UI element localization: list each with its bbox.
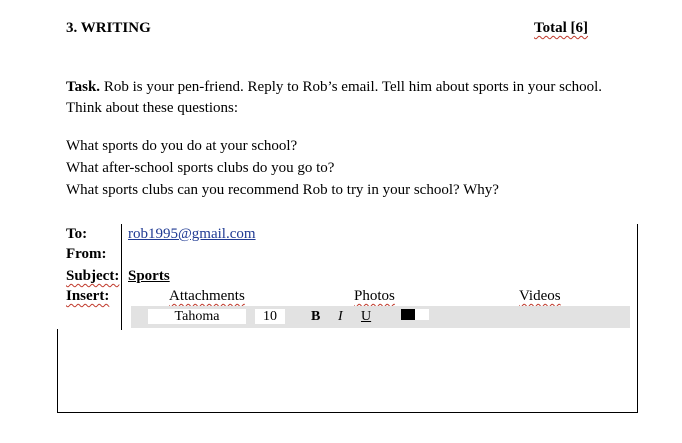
underline-button[interactable]: U [361, 308, 371, 325]
to-label: To: [66, 226, 88, 242]
insert-attachments[interactable]: Attachments [169, 288, 245, 305]
insert-label: Insert: [66, 288, 110, 304]
insert-videos[interactable]: Videos [519, 288, 561, 305]
from-label: From: [66, 246, 107, 262]
task-line-2: Think about these questions: [66, 100, 239, 116]
font-size-select[interactable]: 10 [255, 309, 285, 324]
subject-label: Subject: [66, 268, 120, 284]
to-address-link[interactable]: rob1995@gmail.com [128, 226, 256, 243]
form-right-border [637, 224, 638, 413]
task-text: Rob is your pen-friend. Reply to Rob’s e… [103, 79, 603, 95]
highlight-color-white-swatch[interactable] [415, 309, 429, 320]
body-left-border [57, 329, 58, 413]
insert-photos[interactable]: Photos [354, 288, 395, 305]
text-color-black-swatch[interactable] [401, 309, 415, 320]
total-marks: Total [6] [534, 20, 588, 37]
question-3: What sports clubs can you recommend Rob … [66, 182, 499, 198]
bold-button[interactable]: B [311, 308, 320, 325]
label-divider-line [121, 224, 122, 330]
subject-field[interactable]: Sports [128, 268, 170, 285]
font-family-select[interactable]: Tahoma [148, 309, 246, 324]
question-2: What after-school sports clubs do you go… [66, 160, 335, 176]
question-1: What sports do you do at your school? [66, 138, 298, 154]
section-title: 3. WRITING [66, 20, 151, 36]
formatting-toolbar: Tahoma 10 B I U [131, 306, 630, 328]
total-label: Total [6] [534, 20, 589, 36]
email-body-textarea[interactable] [60, 332, 635, 410]
task-line-1: Task. Rob is your pen-friend. Reply to R… [66, 79, 602, 96]
body-bottom-border [57, 412, 638, 413]
italic-button[interactable]: I [338, 308, 343, 325]
task-label: Task. [66, 79, 101, 95]
